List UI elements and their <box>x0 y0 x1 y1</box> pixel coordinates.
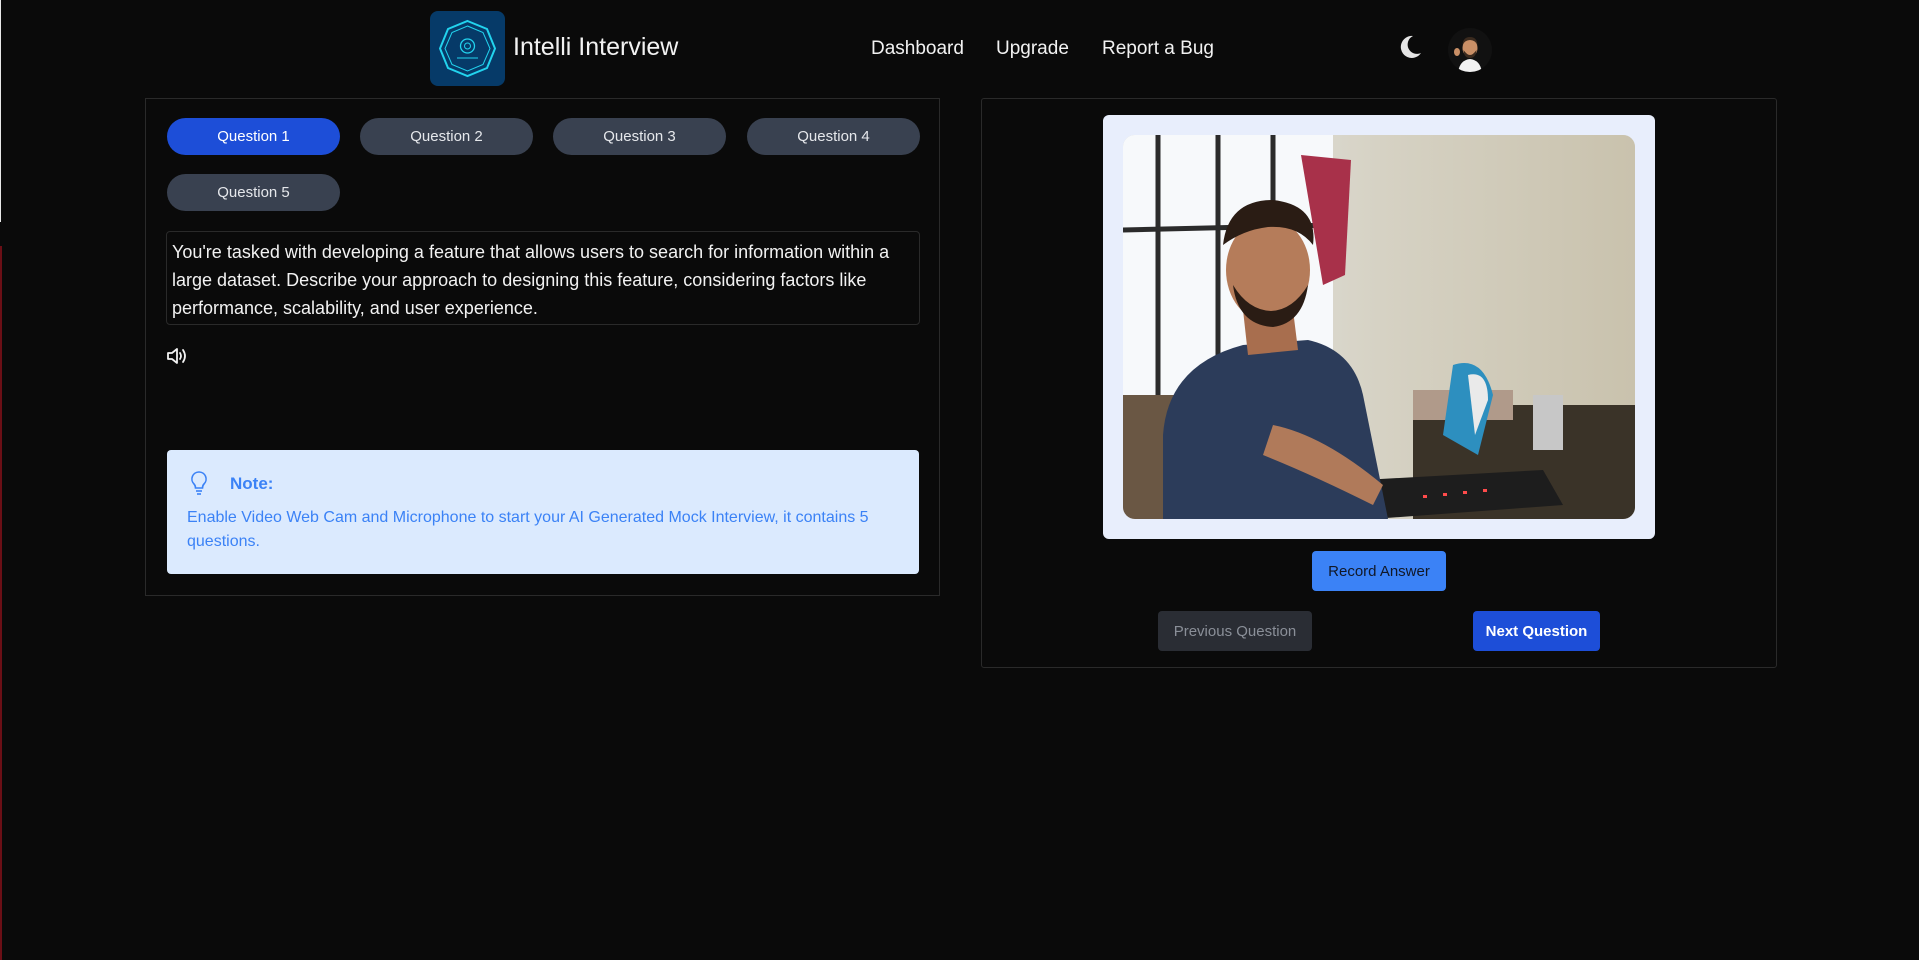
record-answer-button[interactable]: Record Answer <box>1312 551 1446 591</box>
page-edge-accent <box>0 246 2 960</box>
moon-icon[interactable] <box>1394 32 1424 62</box>
app-title[interactable]: Intelli Interview <box>513 33 678 62</box>
webcam-video <box>1123 135 1635 519</box>
nav-dashboard[interactable]: Dashboard <box>871 38 964 60</box>
webcam-frame <box>1103 115 1655 539</box>
next-question-button[interactable]: Next Question <box>1473 611 1600 651</box>
brand-logo-icon[interactable] <box>430 11 505 86</box>
tab-question-2[interactable]: Question 2 <box>360 118 533 155</box>
nav-report-bug[interactable]: Report a Bug <box>1102 38 1214 60</box>
note-title: Note: <box>230 474 274 493</box>
page-edge-light <box>0 0 1 222</box>
tab-question-5[interactable]: Question 5 <box>167 174 340 211</box>
tab-question-4[interactable]: Question 4 <box>747 118 920 155</box>
note-box: Note: Enable Video Web Cam and Microphon… <box>167 450 919 574</box>
tab-question-3[interactable]: Question 3 <box>553 118 726 155</box>
speaker-icon[interactable] <box>166 346 190 366</box>
question-text: You're tasked with developing a feature … <box>166 231 920 325</box>
tab-question-1[interactable]: Question 1 <box>167 118 340 155</box>
lightbulb-icon <box>189 470 209 496</box>
note-body: Enable Video Web Cam and Microphone to s… <box>187 509 869 550</box>
avatar[interactable] <box>1448 28 1492 72</box>
previous-question-button[interactable]: Previous Question <box>1158 611 1312 651</box>
nav-upgrade[interactable]: Upgrade <box>996 38 1069 60</box>
